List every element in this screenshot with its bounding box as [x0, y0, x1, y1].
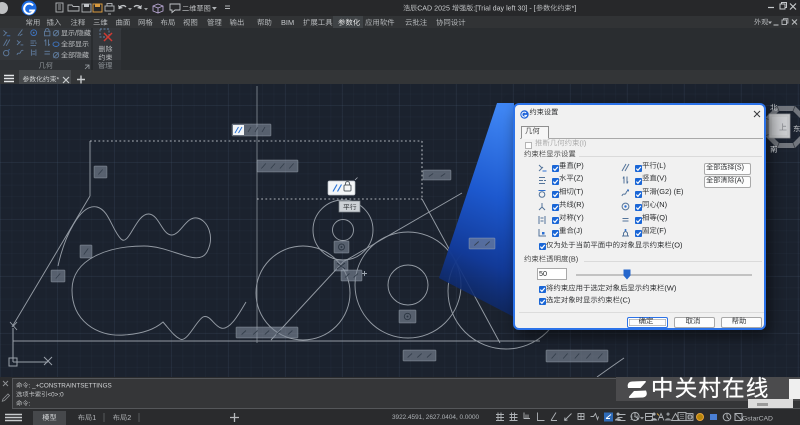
svg-text:(G2) (E): (G2) (E) [657, 187, 684, 196]
svg-text:BIM: BIM [281, 18, 294, 27]
svg-text:(R): (R) [574, 200, 584, 209]
svg-text:(J): (J) [574, 226, 583, 235]
svg-text:(B): (B) [568, 255, 578, 264]
svg-text:2: 2 [127, 413, 131, 422]
svg-text:(S): (S) [734, 164, 743, 172]
svg-text:(Y): (Y) [574, 213, 584, 222]
svg-text:*: * [57, 77, 60, 84]
svg-text:: _+CONSTRAINTSETTINGS: : _+CONSTRAINTSETTINGS [29, 383, 112, 390]
svg-text:(L): (L) [657, 161, 666, 170]
svg-text:GstarCAD: GstarCAD [742, 416, 773, 423]
svg-text:(C): (C) [620, 296, 630, 305]
svg-text:(V): (V) [657, 174, 667, 183]
svg-text:50: 50 [539, 269, 547, 278]
svg-text:*]: *] [571, 5, 576, 13]
svg-text:1:1: 1:1 [630, 415, 639, 422]
svg-text:/: / [75, 31, 77, 38]
svg-text:3922.4591, 2627.0404, 0.0000: 3922.4591, 2627.0404, 0.0000 [392, 414, 480, 421]
svg-text:(P): (P) [574, 161, 584, 170]
svg-text:(Z): (Z) [574, 174, 583, 183]
svg-text:(F): (F) [657, 226, 666, 235]
svg-text:(Q): (Q) [657, 213, 668, 222]
svg-text:CAD 2025: CAD 2025 [417, 5, 450, 13]
svg-text::[Trial day left 30] - [: :[Trial day left 30] - [ [473, 5, 535, 13]
svg-text:(T): (T) [574, 187, 583, 196]
svg-text:(N): (N) [657, 200, 667, 209]
svg-text:(O): (O) [672, 241, 683, 250]
svg-text:(I): (I) [579, 139, 586, 148]
svg-text::: : [29, 401, 31, 408]
svg-text:(A): (A) [734, 177, 743, 185]
svg-text:1: 1 [92, 413, 96, 422]
svg-text:(W): (W) [664, 284, 676, 293]
svg-text:<0>:0: <0>:0 [48, 392, 65, 399]
